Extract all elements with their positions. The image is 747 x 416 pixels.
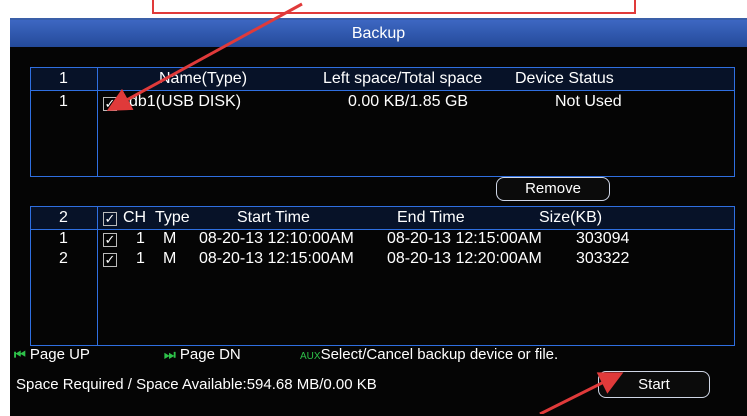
file-size: 303094 <box>576 230 630 247</box>
device-header-name: Name(Type) <box>159 70 248 87</box>
device-name: sdb1(USB DISK) <box>121 93 242 110</box>
file-header-ch: CH <box>123 209 147 226</box>
file-type: M <box>163 250 177 267</box>
file-list-panel: 2 ✓ CH Type Start Time End Time Size(KB)… <box>30 206 735 346</box>
file-start-time: 08-20-13 12:15:00AM <box>199 250 354 267</box>
file-header-type: Type <box>155 209 190 226</box>
remove-button[interactable]: Remove <box>496 177 610 201</box>
device-space: 0.00 KB/1.85 GB <box>348 93 469 110</box>
file-checkbox[interactable]: ✓ <box>103 233 117 247</box>
page-up-hint: ⏮ Page UP <box>14 346 90 363</box>
file-header-index: 2 <box>59 209 68 226</box>
instruction-callout-box <box>152 0 636 14</box>
aux-hint: AUXSelect/Cancel backup device or file. <box>300 346 558 363</box>
file-row-index: 1 <box>59 230 68 247</box>
device-row-index: 1 <box>59 93 68 110</box>
file-header-end: End Time <box>397 209 465 226</box>
file-header-size: Size(KB) <box>539 209 603 226</box>
backup-dialog: Backup 1 Name(Type) Left space/Total spa… <box>10 18 747 416</box>
space-info: Space Required / Space Available:594.68 … <box>16 376 377 393</box>
file-size: 303322 <box>576 250 630 267</box>
file-ch: 1 <box>136 230 145 247</box>
column-divider <box>97 207 98 345</box>
device-header-status: Device Status <box>515 70 614 87</box>
aux-hint-text: Select/Cancel backup device or file. <box>320 346 559 363</box>
start-button[interactable]: Start <box>598 371 710 398</box>
page-up-label: Page UP <box>29 346 90 363</box>
device-checkbox[interactable]: ✓ <box>103 97 117 111</box>
page-dn-label: Page DN <box>179 346 241 363</box>
file-start-time: 08-20-13 12:10:00AM <box>199 230 354 247</box>
device-status: Not Used <box>555 93 622 110</box>
device-header-index: 1 <box>59 70 68 87</box>
column-divider <box>97 68 98 176</box>
file-header-start: Start Time <box>237 209 310 226</box>
aux-tag: AUX <box>300 351 321 362</box>
dialog-title: Backup <box>10 20 747 47</box>
page-dn-icon: ⏭ <box>164 347 176 362</box>
file-end-time: 08-20-13 12:20:00AM <box>387 250 542 267</box>
page-dn-hint: ⏭ Page DN <box>164 346 241 363</box>
file-end-time: 08-20-13 12:15:00AM <box>387 230 542 247</box>
select-all-checkbox[interactable]: ✓ <box>103 212 117 226</box>
file-type: M <box>163 230 177 247</box>
file-row-index: 2 <box>59 250 68 267</box>
device-list-panel: 1 Name(Type) Left space/Total space Devi… <box>30 67 735 177</box>
device-header-space: Left space/Total space <box>323 70 483 87</box>
file-checkbox[interactable]: ✓ <box>103 253 117 267</box>
file-ch: 1 <box>136 250 145 267</box>
page-up-icon: ⏮ <box>14 347 26 362</box>
